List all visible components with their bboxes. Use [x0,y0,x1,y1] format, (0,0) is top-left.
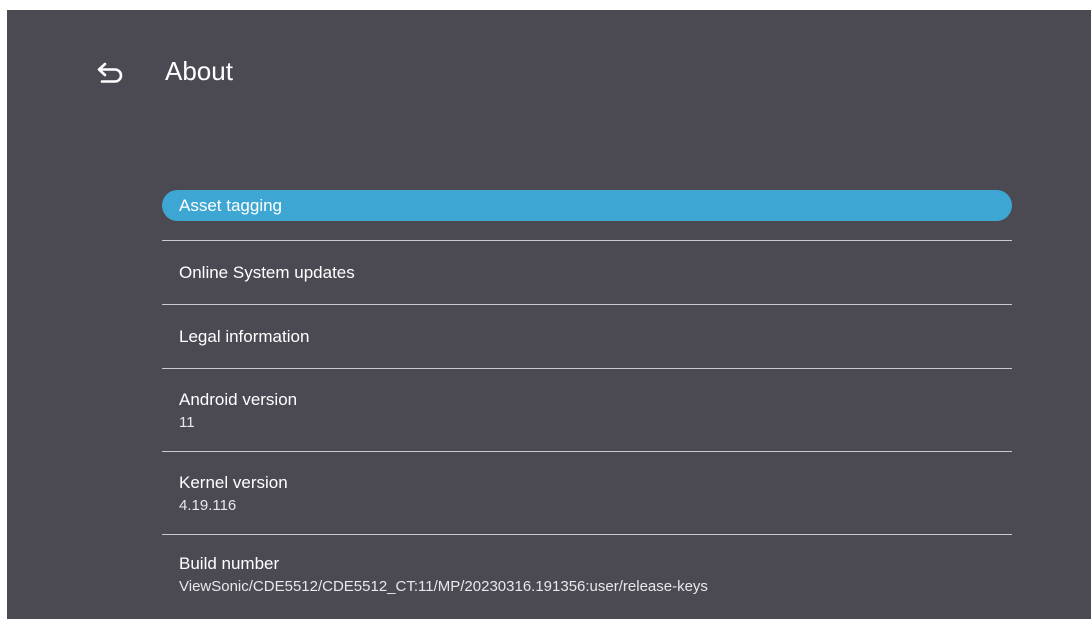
menu-item-android-version[interactable]: Android version 11 [160,369,1012,451]
build-number-value: ViewSonic/CDE5512/CDE5512_CT:11/MP/20230… [179,578,708,595]
page-title: About [165,56,233,86]
back-button[interactable] [89,54,133,94]
android-version-value: 11 [179,414,195,431]
menu-item-label: Legal information [179,327,310,346]
menu-item-label: Asset tagging [179,196,283,215]
kernel-version-value: 4.19.116 [179,497,237,514]
menu-item-online-system-updates[interactable]: Online System updates [160,241,1012,304]
menu-item-build-number[interactable]: Build number ViewSonic/CDE5512/CDE5512_C… [160,535,1012,619]
menu-item-label: Online System updates [179,263,355,282]
back-arrow-icon [97,62,123,83]
menu-item-label: Android version [179,390,298,409]
selection-highlight [162,190,1012,221]
about-screen: About Asset tagging Online System update… [7,10,1091,619]
menu-item-label: Kernel version [179,473,288,492]
menu-item-legal-information[interactable]: Legal information [160,305,1012,368]
menu-item-asset-tagging[interactable]: Asset tagging [160,180,1012,240]
menu-item-label: Build number [179,554,280,573]
menu-item-kernel-version[interactable]: Kernel version 4.19.116 [160,452,1012,534]
about-menu: Asset tagging Online System updates Lega… [160,180,1012,619]
